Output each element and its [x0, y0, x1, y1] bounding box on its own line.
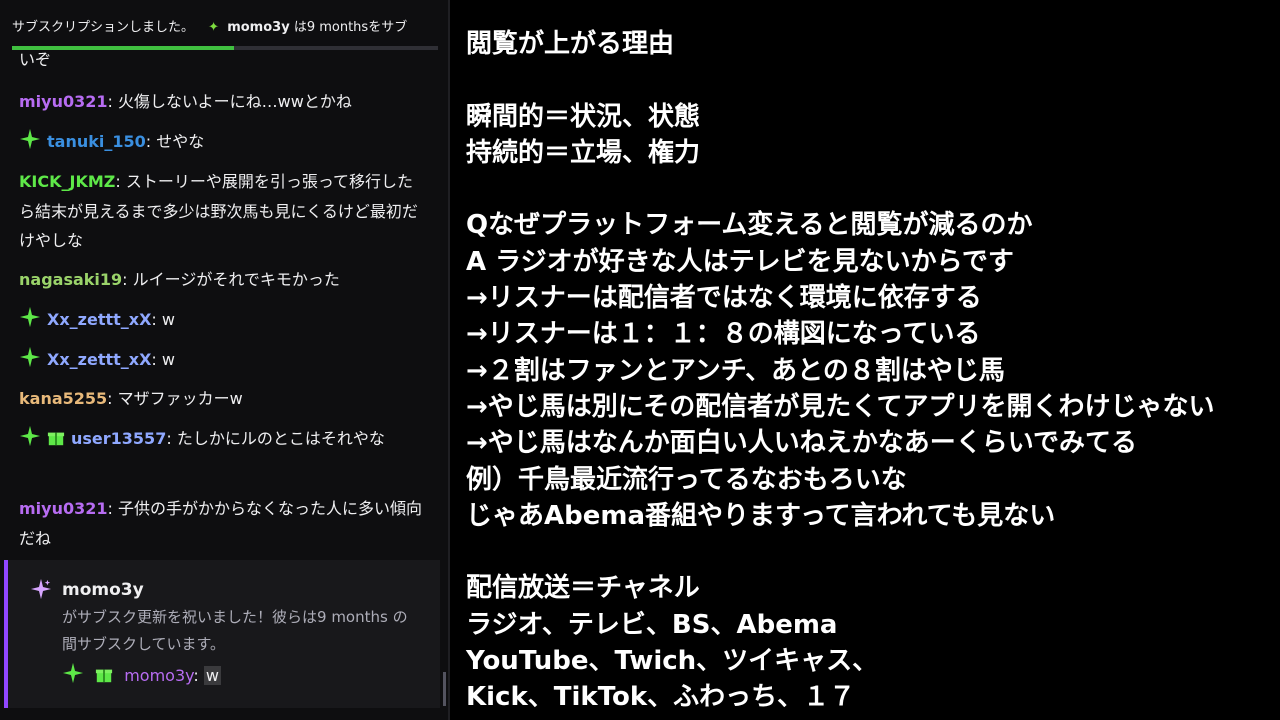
- resub-text: がサブスク更新を祝いました！彼らは9 months の間サブスクしています。: [62, 608, 408, 653]
- chat-username[interactable]: kana5255: [19, 389, 107, 408]
- chat-panel: サブスクリプションしました。 ✦ momo3y は9 monthsをサブ いぞ …: [0, 0, 448, 720]
- sparkle-icon: [19, 128, 41, 150]
- sub-ticker[interactable]: サブスクリプションしました。 ✦ momo3y は9 monthsをサブ: [0, 16, 440, 38]
- resub-message-user[interactable]: momo3y: [124, 666, 193, 685]
- chat-message-text: 火傷しないよーにね…wwとかね: [118, 92, 352, 111]
- note-line: →やじ馬は別にその配信者が見たくてアプリを開くわけじゃない: [466, 391, 1215, 422]
- note-line: ラジオ、テレビ、BS、Abema: [466, 609, 838, 640]
- chat-message-text: ルイージがそれでキモかった: [132, 270, 340, 289]
- chat-message-text: せやな: [156, 132, 205, 151]
- note-line: →リスナーは１：１：８の構図になっている: [466, 319, 981, 350]
- gift-icon: [95, 669, 113, 683]
- sparkle-icon: [30, 578, 52, 600]
- chat-message: miyu0321: 火傷しないよーにね…wwとかね: [19, 92, 352, 111]
- note-line: Kick、TikTok、ふわっち、１７: [466, 682, 856, 713]
- note-line: A ラジオが好きな人はテレビを見ないからです: [466, 246, 1014, 277]
- note-line: [466, 62, 1280, 98]
- note-line: →やじ馬はなんか面白い人いねえかなあーくらいでみてる: [466, 428, 1138, 459]
- chat-username[interactable]: Xx_zettt_xX: [47, 350, 151, 369]
- chat-message: nagasaki19: ルイージがそれでキモかった: [19, 270, 340, 289]
- resub-card: momo3y がサブスク更新を祝いました！彼らは9 months の間サブスクし…: [4, 560, 440, 708]
- sparkle-icon: [19, 306, 41, 328]
- ticker-user: momo3y: [227, 20, 290, 35]
- note-line: 閲覧が上がる理由: [466, 29, 675, 59]
- resub-user[interactable]: momo3y: [62, 580, 144, 600]
- chat-message: KICK_JKMZ: ストーリーや展開を引っ張って移行したら結末が見えるまで多少…: [19, 172, 418, 250]
- chat-message: Xx_zettt_xX: w: [19, 345, 429, 375]
- chat-message: miyu0321: 子供の手がかからなくなった人に多い傾向だね: [19, 499, 423, 548]
- chat-message: kana5255: マザファッカーw: [19, 389, 243, 408]
- note-line: Qなぜプラットフォーム変えると閲覧が減るのか: [466, 210, 1033, 241]
- chat-message-text: たしかにルのとこはそれやな: [176, 429, 385, 448]
- sparkle-icon: [19, 425, 41, 447]
- resub-message-text: w: [203, 666, 221, 685]
- note-line: 持続的＝立場、権力: [466, 137, 701, 168]
- note-line: [466, 534, 1280, 570]
- note-line: [466, 171, 1280, 207]
- note-line: →リスナーは配信者ではなく環境に依存する: [466, 283, 982, 314]
- chat-message: Xx_zettt_xX: w: [19, 305, 429, 335]
- panel-divider: [448, 0, 450, 720]
- ticker-text-after: は9 monthsをサブ: [293, 20, 408, 35]
- notes-panel: 閲覧が上がる理由 瞬間的＝状況、状態 持続的＝立場、権力 Qなぜプラットフォーム変える…: [466, 26, 1280, 716]
- sparkle-icon: [62, 662, 84, 684]
- chat-username[interactable]: tanuki_150: [47, 132, 146, 151]
- note-line: →２割はファンとアンチ、あとの８割はやじ馬: [466, 355, 1005, 386]
- chat-username[interactable]: nagasaki19: [19, 270, 122, 289]
- note-line: 配信放送＝チャネル: [466, 573, 700, 604]
- chat-username[interactable]: KICK_JKMZ: [19, 172, 115, 191]
- chat-message-text: w: [161, 350, 175, 369]
- chat-message: tanuki_150: せやな: [19, 127, 429, 157]
- chat-scrollbar[interactable]: [443, 672, 446, 706]
- chat-continuation: いぞ: [19, 50, 52, 69]
- sparkle-icon: ✦: [208, 20, 220, 35]
- chat-message: user13557: たしかにルのとこはそれやな: [19, 424, 429, 454]
- chat-message-text: マザファッカーw: [117, 389, 243, 408]
- chat-username[interactable]: Xx_zettt_xX: [47, 310, 151, 329]
- note-line: 瞬間的＝状況、状態: [466, 101, 701, 132]
- chat-message-text: w: [161, 310, 175, 329]
- sparkle-icon: [19, 346, 41, 368]
- chat-username[interactable]: user13557: [71, 429, 166, 448]
- ticker-text-before: サブスクリプションしました。: [12, 20, 195, 35]
- note-line: じゃあAbema番組やりますって言われても見ない: [466, 500, 1056, 531]
- chat-username[interactable]: miyu0321: [19, 92, 108, 111]
- note-line: YouTube、Twich、ツイキャス、: [466, 646, 879, 677]
- resub-message: momo3y: w: [62, 662, 221, 685]
- note-line: 例）千鳥最近流行ってるなおもろいな: [466, 464, 907, 495]
- chat-username[interactable]: miyu0321: [19, 499, 108, 518]
- gift-icon: [47, 432, 65, 446]
